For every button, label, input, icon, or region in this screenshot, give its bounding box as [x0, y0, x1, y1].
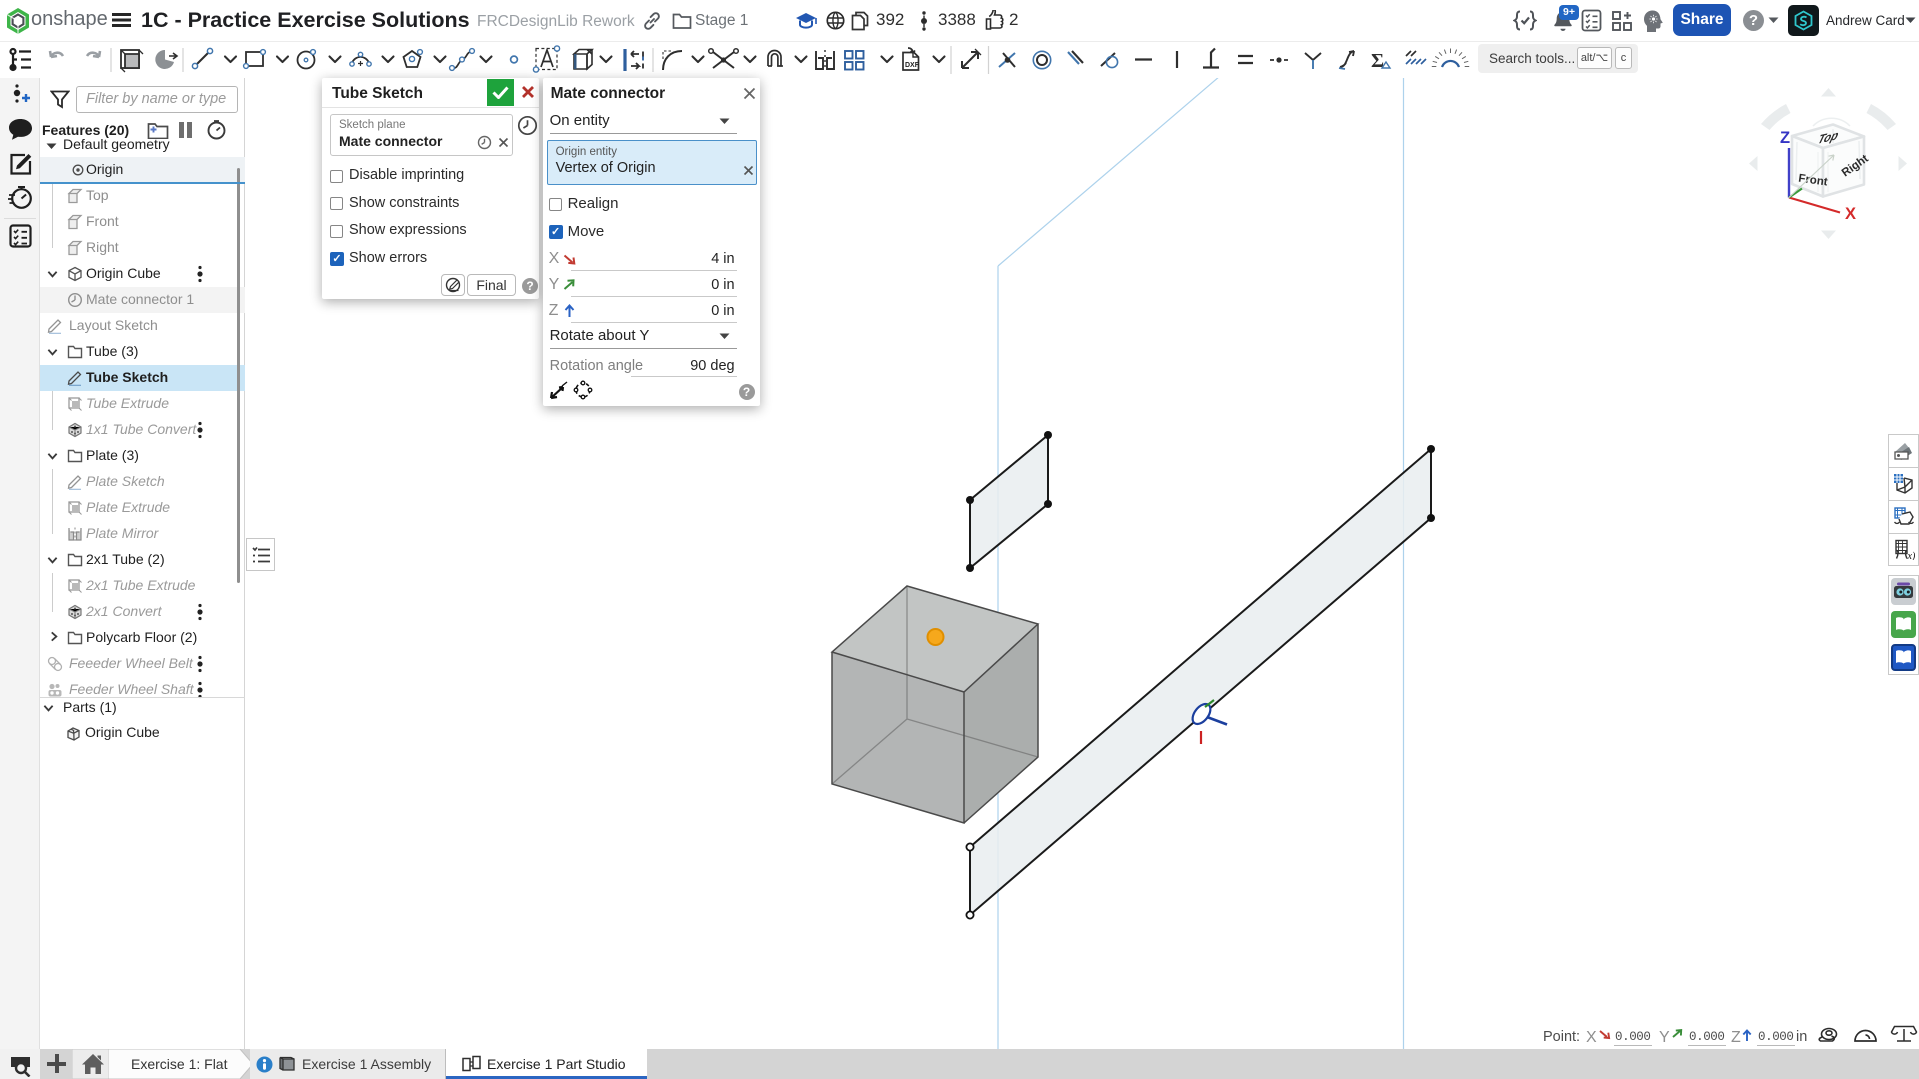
svg-text:X: X — [1586, 1029, 1597, 1046]
svg-text:Point:: Point: — [1543, 1029, 1580, 1045]
svg-text:Z: Z — [1731, 1029, 1741, 1046]
svg-text:Y: Y — [1659, 1029, 1670, 1046]
svg-text:in: in — [1796, 1029, 1807, 1045]
svg-text:0.000: 0.000 — [1615, 1030, 1651, 1044]
svg-text:0.000: 0.000 — [1758, 1030, 1794, 1044]
svg-text:Z: Z — [1780, 129, 1790, 147]
svg-text:0.000: 0.000 — [1689, 1030, 1725, 1044]
svg-text:x): x) — [1907, 551, 1916, 560]
svg-text:X: X — [1845, 205, 1856, 223]
